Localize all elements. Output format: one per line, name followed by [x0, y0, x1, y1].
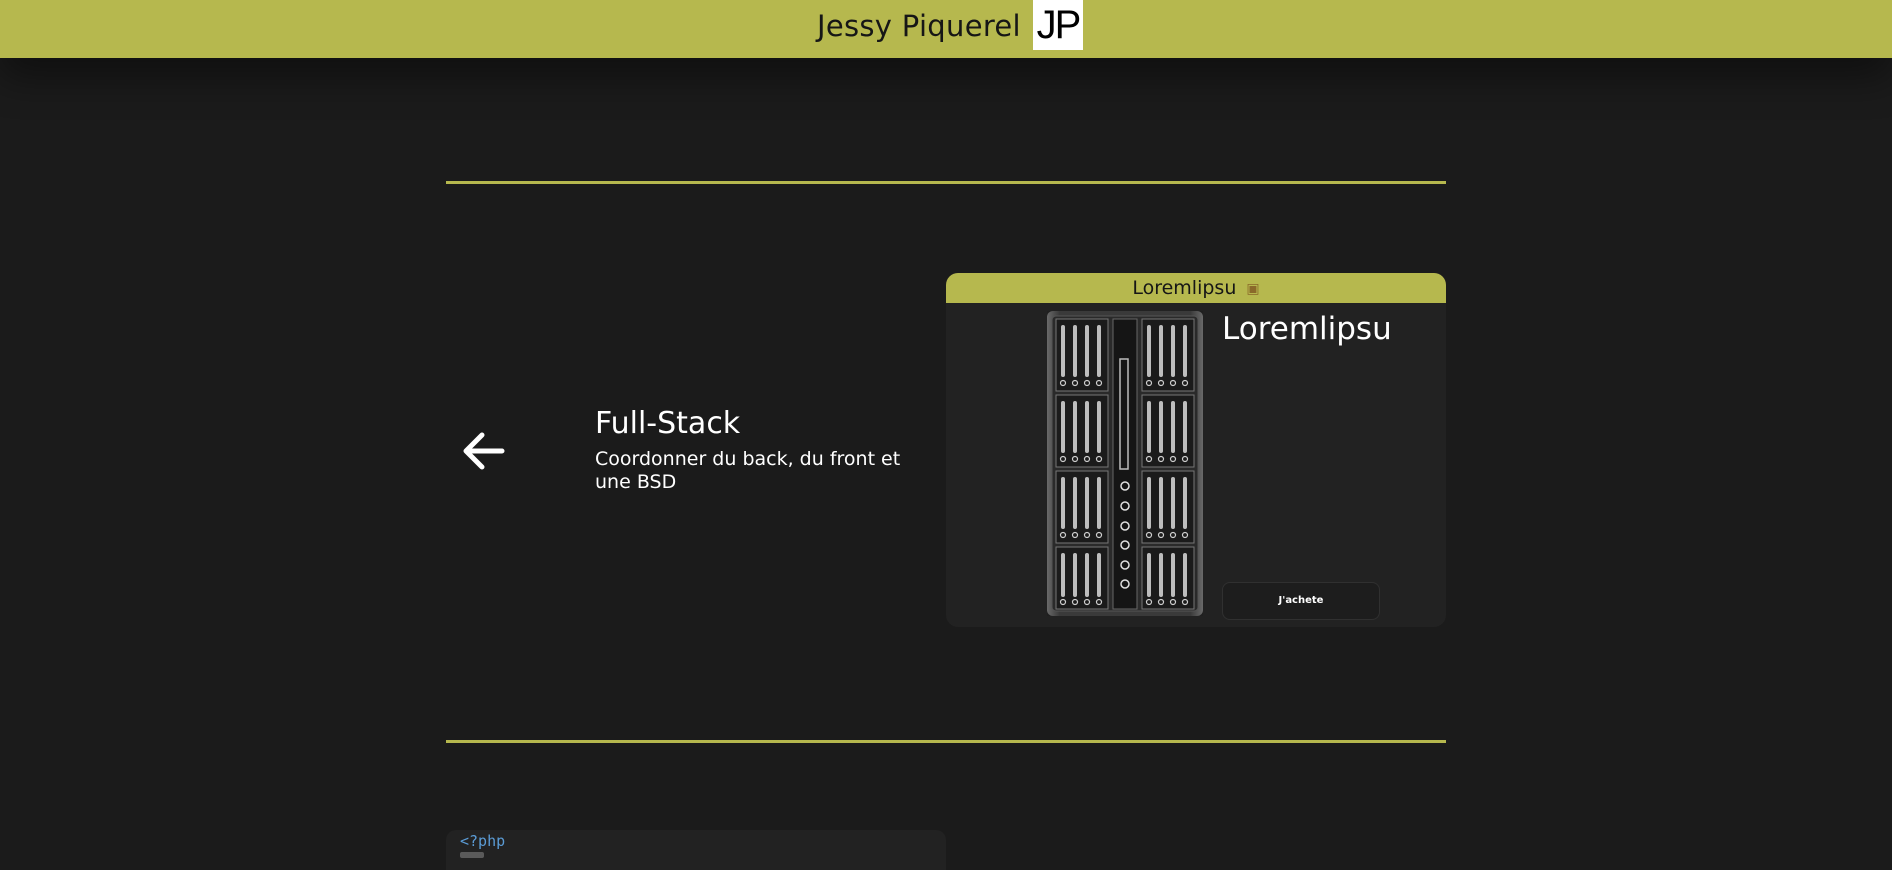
shopping-bag-icon: ▣ — [1246, 281, 1260, 297]
project-description: Coordonner du back, du front et une BSD — [595, 448, 901, 493]
project-info: Full-Stack Coordonner du back, du front … — [595, 404, 925, 494]
section-divider-top — [446, 181, 1446, 184]
code-line-fragment — [460, 852, 484, 858]
code-preview: <?php — [446, 830, 946, 870]
screwdriver-bit-set-image — [1047, 311, 1203, 616]
project-title: Full-Stack — [595, 406, 741, 441]
product-card-header: Loremlipsu ▣ — [946, 273, 1446, 303]
site-owner-name[interactable]: Jessy Piquerel — [817, 8, 1021, 44]
top-header: Jessy Piquerel JP — [0, 0, 1892, 58]
product-card: Loremlipsu ▣ Loremlipsu J'achete — [946, 273, 1446, 627]
buy-button[interactable]: J'achete — [1222, 582, 1380, 620]
section-divider-bottom — [446, 740, 1446, 743]
product-card-header-label: Loremlipsu — [1132, 277, 1237, 299]
product-title: Loremlipsu — [1222, 311, 1392, 347]
code-line: <?php — [460, 832, 506, 850]
arrow-left-icon[interactable] — [460, 430, 508, 472]
jp-logo[interactable]: JP — [1033, 0, 1083, 50]
